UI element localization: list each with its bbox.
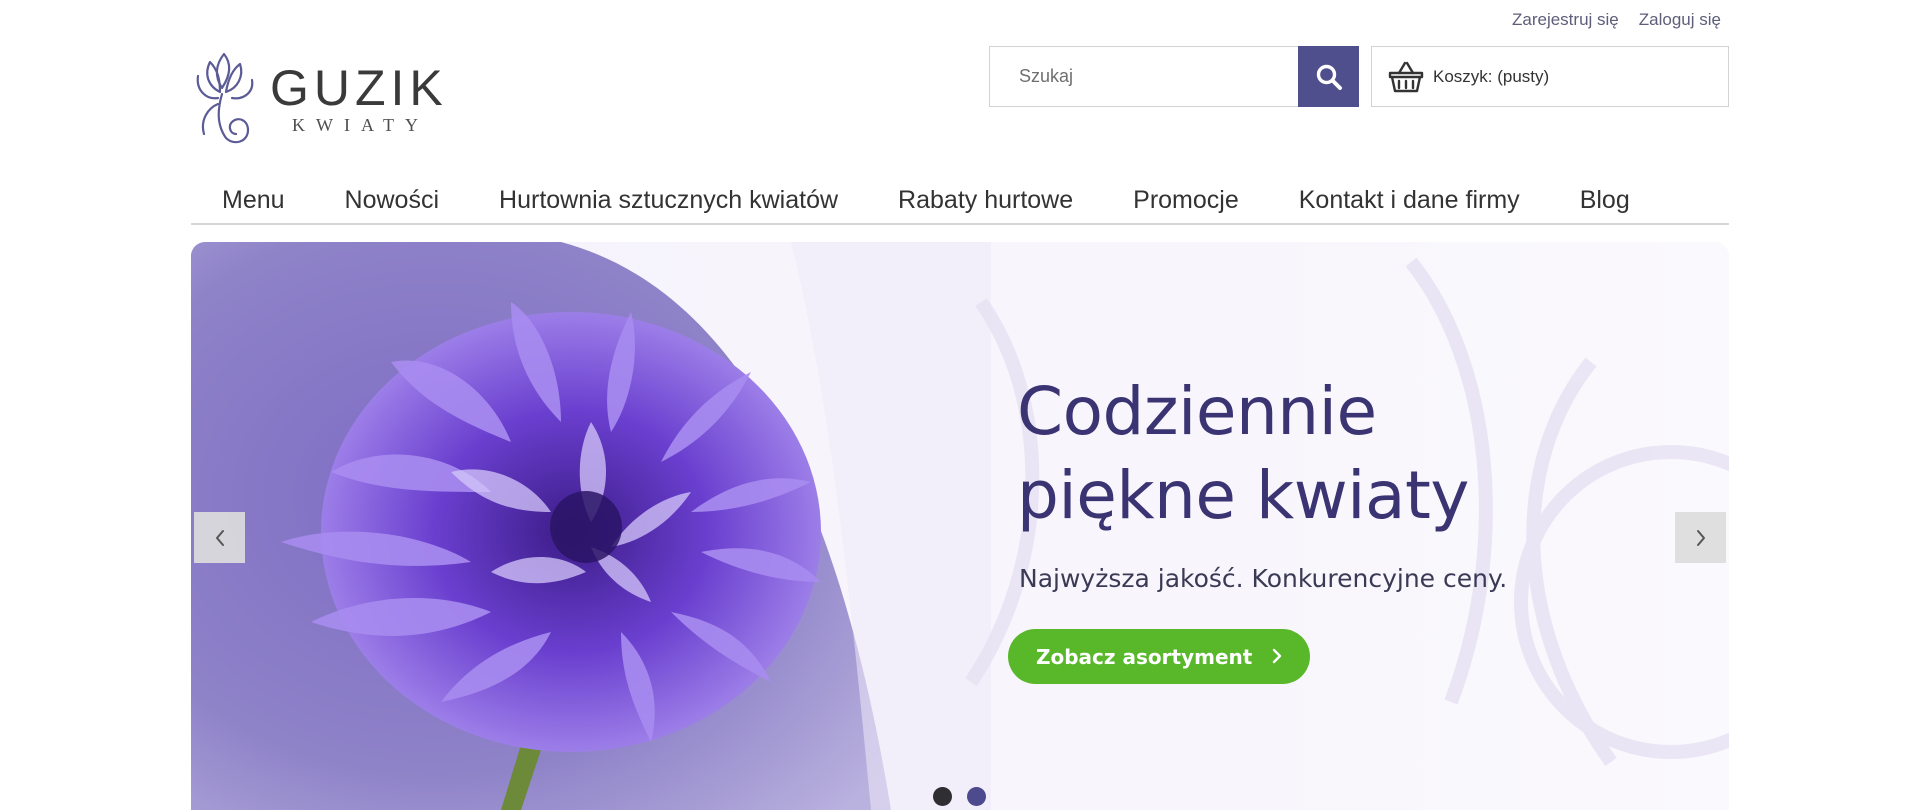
hero-slider: Codziennie piękne kwiaty Najwyższa jakoś…	[191, 242, 1729, 810]
nav-item-discounts[interactable]: Rabaty hurtowe	[868, 178, 1103, 223]
cart-button[interactable]: Koszyk: (pusty)	[1371, 46, 1729, 107]
slider-dot-2[interactable]	[967, 787, 986, 806]
slider-next-button[interactable]	[1675, 512, 1726, 563]
hero-text: Codziennie piękne kwiaty Najwyższa jakoś…	[1017, 370, 1507, 593]
logo-title: GUZIK	[270, 60, 448, 116]
see-products-button[interactable]: Zobacz asortyment	[1008, 629, 1310, 684]
account-links: Zarejestruj się Zaloguj się	[1512, 10, 1721, 30]
hero-headline-line2: piękne kwiaty	[1017, 457, 1469, 534]
search-input[interactable]	[990, 47, 1298, 106]
hero-headline-line1: Codziennie	[1017, 373, 1377, 450]
nav-item-blog[interactable]: Blog	[1550, 178, 1645, 223]
chevron-right-icon	[1696, 529, 1705, 546]
search-bar	[989, 46, 1359, 107]
register-link[interactable]: Zarejestruj się	[1512, 10, 1619, 30]
slider-pagination	[933, 787, 986, 806]
chevron-right-icon	[1272, 648, 1282, 664]
search-button[interactable]	[1298, 46, 1359, 107]
flower-logo-icon	[196, 52, 254, 144]
slider-prev-button[interactable]	[194, 512, 245, 563]
see-products-label: Zobacz asortyment	[1036, 644, 1253, 669]
slider-dot-1[interactable]	[933, 787, 952, 806]
nav-item-menu[interactable]: Menu	[191, 178, 315, 223]
login-link[interactable]: Zaloguj się	[1639, 10, 1721, 30]
cart-label: Koszyk: (pusty)	[1433, 66, 1550, 86]
hero-tagline: Najwyższa jakość. Konkurencyjne ceny.	[1019, 564, 1508, 593]
logo[interactable]: GUZIK KWIATY	[188, 44, 488, 154]
nav-item-wholesale[interactable]: Hurtownia sztucznych kwiatów	[469, 178, 868, 223]
nav-item-new[interactable]: Nowości	[315, 178, 469, 223]
logo-subtitle: KWIATY	[292, 115, 429, 135]
basket-icon	[1388, 61, 1424, 92]
page: Zarejestruj się Zaloguj się GUZIK KWIATY	[0, 0, 1920, 810]
chevron-left-icon	[215, 529, 224, 546]
chrysanthemum-image	[191, 242, 991, 810]
nav-item-promotions[interactable]: Promocje	[1103, 178, 1269, 223]
nav-item-contact[interactable]: Kontakt i dane firmy	[1269, 178, 1550, 223]
search-icon	[1316, 64, 1342, 90]
main-nav: Menu Nowości Hurtownia sztucznych kwiató…	[191, 178, 1729, 225]
